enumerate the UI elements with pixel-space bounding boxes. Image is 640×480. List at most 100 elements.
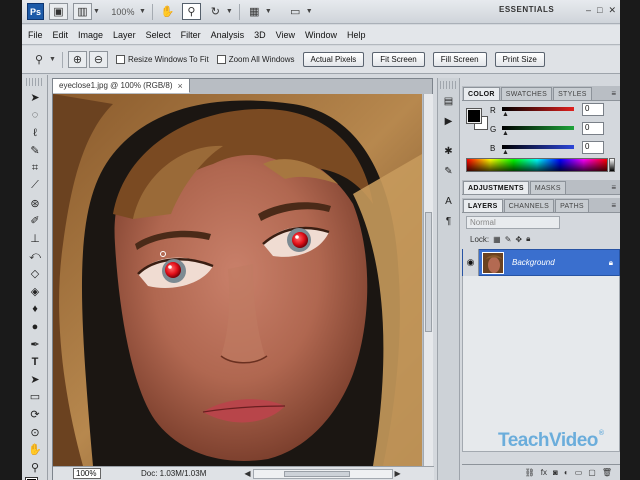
chevron-down-icon[interactable]: ▼ bbox=[226, 8, 233, 15]
tab-adjustments[interactable]: ADJUSTMENTS bbox=[463, 181, 529, 194]
brush-tool-icon[interactable]: ✐ bbox=[24, 212, 46, 230]
chevron-down-icon[interactable]: ▼ bbox=[139, 8, 146, 15]
add-mask-icon[interactable]: ◙ bbox=[553, 468, 558, 477]
menu-analysis[interactable]: Analysis bbox=[211, 30, 245, 40]
zoom-in-icon[interactable]: ⊕ bbox=[67, 51, 87, 68]
bridge-icon[interactable]: ▣ bbox=[49, 3, 68, 20]
tab-masks[interactable]: MASKS bbox=[529, 181, 566, 194]
close-icon[interactable]: × bbox=[178, 81, 183, 91]
lock-transparency-icon[interactable]: ▦ bbox=[493, 235, 501, 244]
green-slider[interactable] bbox=[502, 126, 574, 130]
chevron-down-icon[interactable]: ▼ bbox=[265, 8, 272, 15]
menu-file[interactable]: File bbox=[28, 30, 43, 40]
clone-stamp-tool-icon[interactable]: ⊥ bbox=[24, 230, 46, 248]
history-brush-tool-icon[interactable]: ⤺ bbox=[24, 247, 46, 265]
eraser-tool-icon[interactable]: ◇ bbox=[24, 265, 46, 283]
color-swatches[interactable] bbox=[22, 476, 47, 480]
lock-position-icon[interactable]: ✥ bbox=[515, 235, 522, 244]
scroll-left-icon[interactable]: ◀ bbox=[244, 469, 250, 478]
paint-bucket-tool-icon[interactable]: ◈ bbox=[24, 283, 46, 301]
zoom-tool-icon[interactable]: ⚲ bbox=[181, 3, 201, 20]
vertical-scrollbar[interactable] bbox=[423, 94, 433, 466]
minimize-button[interactable]: – bbox=[586, 5, 591, 16]
slider-thumb[interactable]: ▲ bbox=[502, 149, 509, 156]
hand-tool-icon[interactable]: ✋ bbox=[24, 441, 46, 459]
horizontal-scrollbar[interactable] bbox=[252, 468, 393, 479]
3d-rotate-tool-icon[interactable]: ⟳ bbox=[24, 406, 46, 424]
blend-mode-select[interactable]: Normal bbox=[466, 215, 560, 229]
zoom-tool-preset-icon[interactable]: ⚲ bbox=[30, 51, 48, 68]
scrollbar-thumb[interactable] bbox=[425, 212, 432, 332]
zoom-level[interactable]: 100% bbox=[108, 7, 138, 17]
type-tool-icon[interactable]: T bbox=[24, 353, 46, 371]
workspace-switcher[interactable]: ESSENTIALS bbox=[499, 5, 554, 14]
link-layers-icon[interactable]: ⛓ bbox=[525, 468, 535, 477]
panel-menu-icon[interactable]: ≡ bbox=[611, 183, 616, 192]
menu-edit[interactable]: Edit bbox=[53, 30, 69, 40]
lasso-tool-icon[interactable]: ℓ bbox=[24, 124, 46, 142]
adjustment-layer-icon[interactable]: ◐ bbox=[564, 468, 569, 477]
slider-thumb[interactable]: ▲ bbox=[502, 130, 509, 137]
fx-icon[interactable]: fx bbox=[541, 468, 547, 477]
red-slider[interactable] bbox=[502, 107, 574, 111]
clone-source-panel-icon[interactable]: ✱ bbox=[440, 143, 457, 159]
image-canvas[interactable] bbox=[53, 94, 422, 466]
menu-help[interactable]: Help bbox=[347, 30, 366, 40]
chevron-down-icon[interactable]: ▼ bbox=[49, 56, 56, 63]
print-size-button[interactable]: Print Size bbox=[494, 52, 545, 67]
fit-screen-button[interactable]: Fit Screen bbox=[372, 52, 425, 67]
marquee-tool-icon[interactable]: ◌ bbox=[24, 107, 46, 125]
black-white-ramp[interactable] bbox=[609, 158, 615, 172]
eyedropper-tool-icon[interactable]: ⟋ bbox=[24, 177, 46, 195]
zoom-all-windows-checkbox[interactable] bbox=[216, 55, 226, 64]
slider-thumb[interactable]: ▲ bbox=[502, 111, 509, 118]
brushes-panel-icon[interactable]: ✎ bbox=[440, 163, 457, 179]
menu-3d[interactable]: 3D bbox=[254, 30, 266, 40]
rotate-view-icon[interactable]: ↻ bbox=[206, 3, 225, 20]
new-layer-icon[interactable]: ▢ bbox=[588, 468, 596, 477]
document-info[interactable]: Doc: 1.03M/1.03M bbox=[141, 469, 206, 478]
crop-tool-icon[interactable]: ⌗ bbox=[24, 159, 46, 177]
chevron-down-icon[interactable]: ▼ bbox=[93, 8, 100, 15]
red-eye-tool-icon[interactable]: ⊛ bbox=[24, 195, 46, 213]
move-tool-icon[interactable]: ➤ bbox=[24, 89, 46, 107]
layer-name[interactable]: Background bbox=[512, 258, 555, 267]
menu-view[interactable]: View bbox=[276, 30, 295, 40]
delete-layer-icon[interactable]: 🗑︎ bbox=[602, 468, 612, 477]
scroll-right-icon[interactable]: ▶ bbox=[395, 469, 401, 478]
panel-grip[interactable] bbox=[440, 81, 457, 89]
panel-menu-icon[interactable]: ≡ bbox=[611, 201, 616, 210]
layer-row-background[interactable]: ◉ Background 🔒︎ bbox=[462, 249, 620, 276]
blue-value-input[interactable]: 0 bbox=[582, 141, 604, 154]
blur-tool-icon[interactable]: ♦ bbox=[24, 300, 46, 318]
path-selection-tool-icon[interactable]: ➤ bbox=[24, 371, 46, 389]
red-value-input[interactable]: 0 bbox=[582, 103, 604, 116]
green-value-input[interactable]: 0 bbox=[582, 122, 604, 135]
scrollbar-thumb[interactable] bbox=[283, 470, 350, 477]
menu-filter[interactable]: Filter bbox=[181, 30, 201, 40]
character-panel-icon[interactable]: A bbox=[440, 193, 457, 209]
visibility-eye-icon[interactable]: ◉ bbox=[463, 249, 479, 276]
history-panel-icon[interactable]: ▤ bbox=[440, 93, 457, 109]
tab-color[interactable]: COLOR bbox=[463, 87, 500, 100]
shape-tool-icon[interactable]: ▭ bbox=[24, 388, 46, 406]
paragraph-panel-icon[interactable]: ¶ bbox=[440, 213, 457, 229]
actions-panel-icon[interactable]: ▶ bbox=[440, 113, 457, 129]
menu-image[interactable]: Image bbox=[78, 30, 103, 40]
pen-tool-icon[interactable]: ✒ bbox=[24, 335, 46, 353]
zoom-field[interactable]: 100% bbox=[73, 468, 101, 479]
color-spectrum-bar[interactable] bbox=[466, 158, 608, 172]
tab-channels[interactable]: CHANNELS bbox=[503, 199, 555, 212]
blue-slider[interactable] bbox=[502, 145, 574, 149]
menu-window[interactable]: Window bbox=[305, 30, 337, 40]
panel-menu-icon[interactable]: ≡ bbox=[611, 89, 616, 98]
hand-tool-icon[interactable]: ✋ bbox=[158, 3, 177, 20]
dodge-tool-icon[interactable]: ● bbox=[24, 318, 46, 336]
tab-paths[interactable]: PATHS bbox=[555, 199, 589, 212]
new-group-icon[interactable]: ▭ bbox=[575, 468, 583, 477]
chevron-down-icon[interactable]: ▼ bbox=[306, 8, 313, 15]
screen-mode-icon[interactable]: ▭ bbox=[286, 3, 305, 20]
menu-select[interactable]: Select bbox=[146, 30, 171, 40]
zoom-tool-icon[interactable]: ⚲ bbox=[24, 458, 46, 476]
close-button[interactable]: ✕ bbox=[608, 5, 616, 16]
